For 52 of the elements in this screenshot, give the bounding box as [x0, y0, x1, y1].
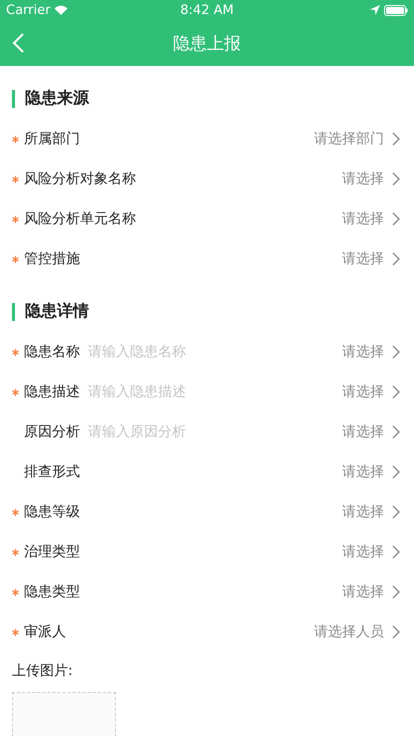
select-link[interactable]: 请选择 — [342, 383, 384, 401]
select-link[interactable]: 请选择 — [342, 343, 384, 361]
select-link[interactable]: 请选择 — [342, 503, 384, 521]
field-label: 管控措施 — [24, 250, 80, 268]
chevron-icon — [392, 545, 400, 559]
select-link[interactable]: 请选择 — [342, 583, 384, 601]
chevron-icon — [392, 385, 400, 399]
chevron-icon — [392, 625, 400, 639]
field-label: 原因分析 — [24, 423, 80, 441]
select-link[interactable]: 请选择人员 — [314, 623, 384, 641]
field-label: 风险分析单元名称 — [24, 210, 136, 228]
upload-label: 上传图片: — [11, 662, 74, 681]
section-marker — [12, 302, 15, 320]
select-link[interactable]: 请选择 — [342, 250, 384, 268]
chevron-icon — [392, 585, 400, 599]
image-upload-box[interactable] — [12, 692, 116, 736]
field-label: 排查形式 — [24, 463, 80, 481]
field-label: 所属部门 — [24, 130, 80, 148]
select-link[interactable]: 请选择 — [342, 463, 384, 481]
input-field[interactable]: 请输入隐患名称 — [88, 344, 218, 360]
section-title: 隐患来源 — [25, 88, 89, 109]
chevron-icon — [392, 425, 400, 439]
carrier-label: Carrier — [6, 2, 50, 18]
section-title: 隐患详情 — [25, 301, 89, 322]
select-link[interactable]: 请选择 — [342, 543, 384, 561]
chevron-icon — [392, 132, 400, 146]
select-link[interactable]: 请选择 — [342, 210, 384, 228]
select-link[interactable]: 请选择部门 — [314, 130, 384, 148]
field-label: 隐患名称 — [24, 343, 80, 361]
field-label: 隐患描述 — [24, 383, 80, 401]
battery-icon — [384, 4, 408, 16]
field-label: 隐患类型 — [24, 583, 80, 601]
wifi-icon — [54, 5, 68, 15]
page-title: 隐患上报 — [173, 32, 241, 54]
chevron-icon — [392, 252, 400, 266]
section-marker — [12, 90, 15, 108]
chevron-icon — [392, 465, 400, 479]
chevron-icon — [392, 172, 400, 186]
chevron-icon — [392, 505, 400, 519]
select-link[interactable]: 请选择 — [342, 170, 384, 188]
chevron-icon — [392, 212, 400, 226]
back-icon[interactable] — [12, 33, 24, 53]
chevron-icon — [392, 345, 400, 359]
field-label: 隐患等级 — [24, 503, 80, 521]
field-label: 审派人 — [24, 623, 66, 641]
input-field[interactable]: 请输入隐患描述 — [88, 384, 218, 400]
field-label: 治理类型 — [24, 543, 80, 561]
input-field[interactable]: 请输入原因分析 — [88, 424, 218, 440]
select-link[interactable]: 请选择 — [342, 423, 384, 441]
field-label: 风险分析对象名称 — [24, 170, 136, 188]
location-icon — [370, 5, 380, 15]
status-time: 8:42 AM — [180, 2, 234, 18]
